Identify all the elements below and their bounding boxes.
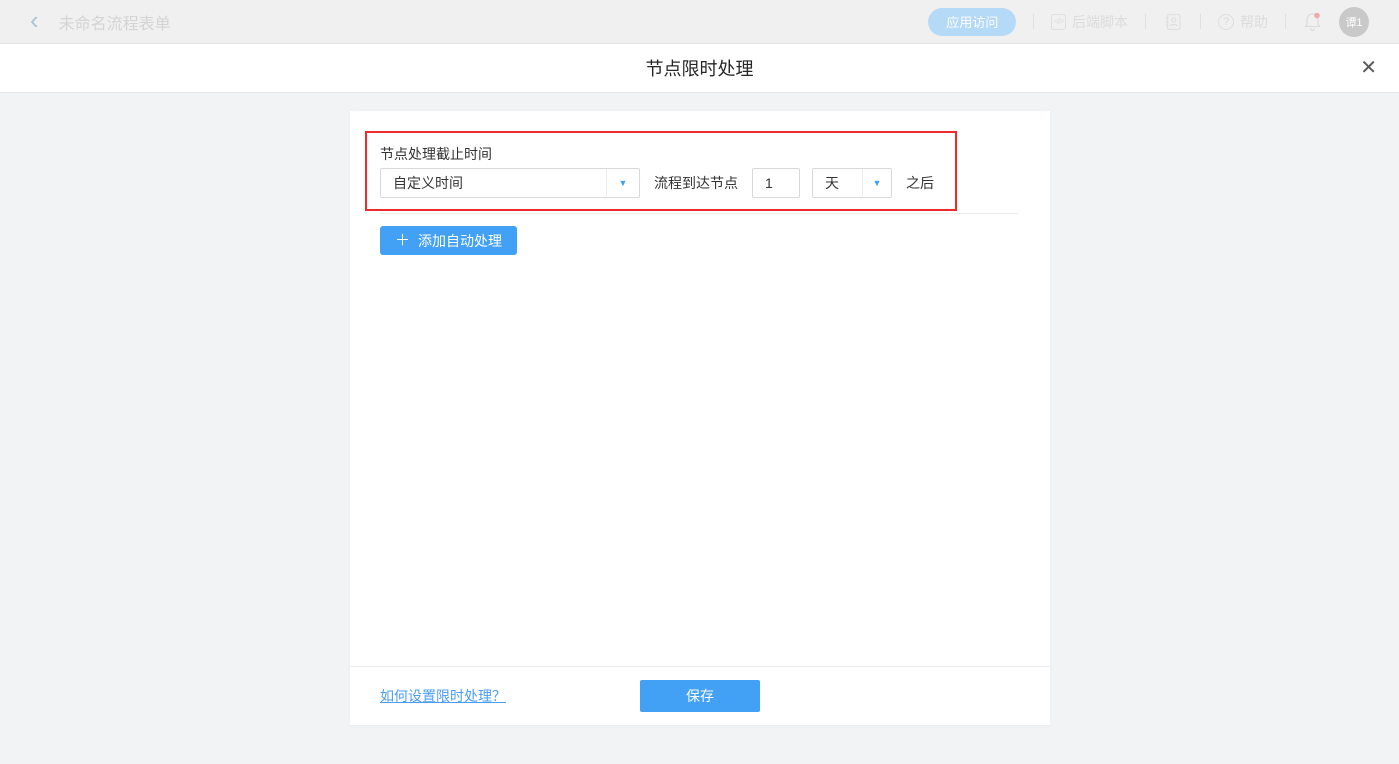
back-icon[interactable]: ‹ [30,7,39,33]
divider [1033,14,1034,29]
contacts-icon [1163,12,1183,32]
chevron-down-icon: ▼ [862,169,891,197]
contacts-button[interactable] [1163,12,1183,32]
divider [380,213,1018,214]
settings-card: 节点处理截止时间 自定义时间 ▼ 流程到达节点 天 ▼ 之后 ＋ 添加自动处理 … [350,111,1050,725]
add-auto-process-label: 添加自动处理 [418,231,502,251]
how-to-set-link[interactable]: 如何设置限时处理？ [380,686,506,706]
add-auto-process-button[interactable]: ＋ 添加自动处理 [380,226,517,255]
backend-script-button[interactable]: </> 后端脚本 [1051,12,1128,32]
divider [1285,14,1286,29]
modal-title: 节点限时处理 [0,44,1399,92]
deadline-form-row: 自定义时间 ▼ 流程到达节点 天 ▼ 之后 [380,168,934,198]
question-icon: ? [1218,14,1234,30]
reach-node-label: 流程到达节点 [654,173,738,193]
duration-input[interactable] [752,168,800,198]
help-label: 帮助 [1240,12,1268,32]
document-title: 未命名流程表单 [59,10,171,34]
divider [1145,14,1146,29]
modal-header: 节点限时处理 ✕ [0,44,1399,93]
save-button[interactable]: 保存 [640,680,760,712]
divider [1200,14,1201,29]
backend-script-label: 后端脚本 [1072,12,1128,32]
notifications-button[interactable] [1303,11,1322,32]
avatar[interactable]: 谭1 [1339,7,1369,37]
code-icon: </> [1051,14,1066,30]
topbar-right: 应用访问 </> 后端脚本 ? 帮助 [928,7,1369,37]
unit-value: 天 [825,173,839,193]
time-type-value: 自定义时间 [393,173,463,193]
topbar-left: ‹ 未命名流程表单 [30,9,171,35]
help-button[interactable]: ? 帮助 [1218,12,1268,32]
close-icon[interactable]: ✕ [1360,58,1377,78]
card-footer: 如何设置限时处理？ 保存 [350,666,1050,725]
after-label: 之后 [906,173,934,193]
topbar: ‹ 未命名流程表单 应用访问 </> 后端脚本 ? 帮助 [0,0,1399,44]
chevron-down-icon: ▼ [606,169,639,197]
deadline-label: 节点处理截止时间 [380,144,492,164]
plus-icon: ＋ [395,233,410,248]
bell-icon [1303,11,1322,32]
app-access-button[interactable]: 应用访问 [928,8,1016,36]
unit-select[interactable]: 天 ▼ [812,168,892,198]
screen: ‹ 未命名流程表单 应用访问 </> 后端脚本 ? 帮助 [0,0,1399,764]
time-type-select[interactable]: 自定义时间 ▼ [380,168,640,198]
